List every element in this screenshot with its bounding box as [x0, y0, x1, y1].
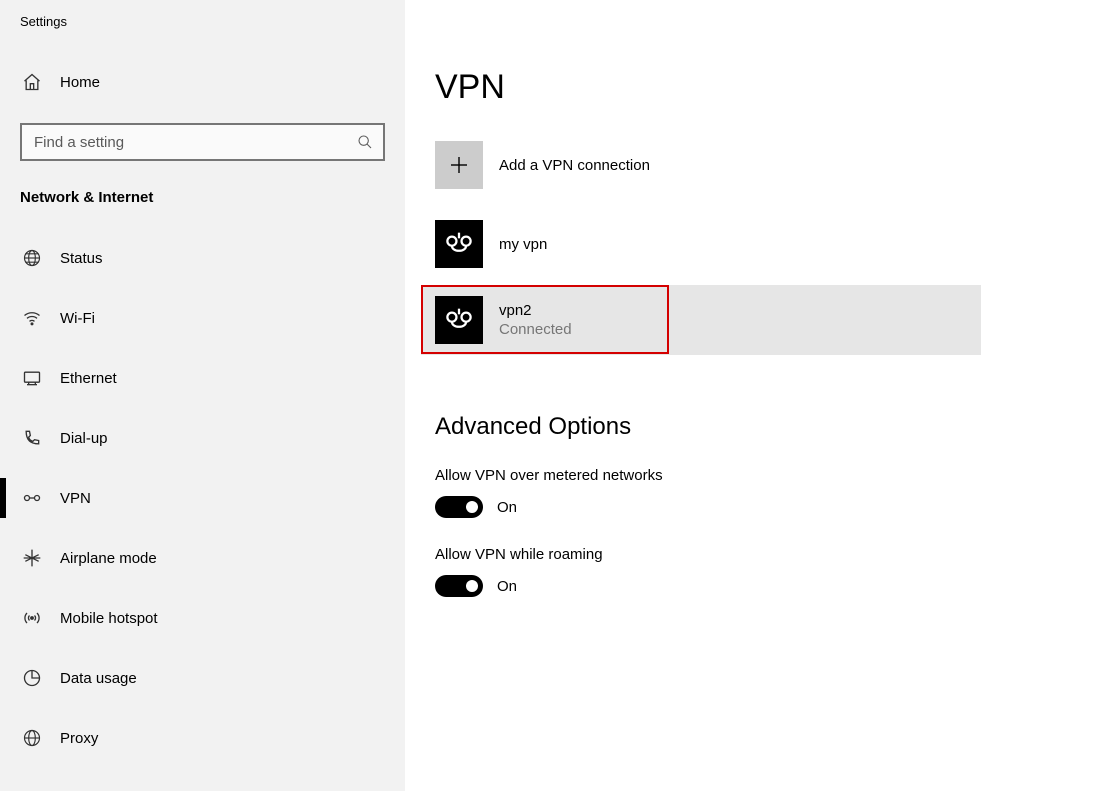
vpn-icon	[20, 488, 44, 508]
toggle-state-label: On	[497, 499, 517, 516]
sidebar-item-label: Dial-up	[60, 430, 108, 447]
vpn-connection-item-selected[interactable]: vpn2 Connected	[421, 285, 981, 355]
search-box[interactable]	[20, 123, 385, 161]
hotspot-icon	[20, 608, 44, 628]
sidebar-item-label: Mobile hotspot	[60, 610, 158, 627]
vpn-connection-icon	[435, 220, 483, 268]
sidebar-item-label: Airplane mode	[60, 550, 157, 567]
plus-icon	[435, 141, 483, 189]
sidebar-item-data-usage[interactable]: Data usage	[0, 648, 405, 708]
phone-icon	[20, 428, 44, 448]
sidebar-item-label: Wi-Fi	[60, 310, 95, 327]
sidebar-item-airplane[interactable]: Airplane mode	[0, 528, 405, 588]
sidebar-item-label: Status	[60, 250, 103, 267]
sidebar-item-wifi[interactable]: Wi-Fi	[0, 288, 405, 348]
option-label: Allow VPN while roaming	[435, 546, 1096, 563]
sidebar-item-label: Data usage	[60, 670, 137, 687]
option-roaming: Allow VPN while roaming On	[435, 546, 1096, 597]
vpn-connection-status: Connected	[499, 321, 572, 338]
vpn-connection-name: vpn2	[499, 302, 572, 319]
wifi-icon	[20, 308, 44, 328]
search-input[interactable]	[32, 133, 357, 152]
page-title: VPN	[435, 68, 1096, 107]
sidebar-section-label: Network & Internet	[0, 185, 405, 228]
sidebar-item-status[interactable]: Status	[0, 228, 405, 288]
home-icon	[20, 72, 44, 92]
sidebar-item-ethernet[interactable]: Ethernet	[0, 348, 405, 408]
ethernet-icon	[20, 368, 44, 388]
sidebar-item-vpn[interactable]: VPN	[0, 468, 405, 528]
main-content: VPN Add a VPN connection my	[405, 0, 1096, 791]
toggle-roaming[interactable]	[435, 575, 483, 597]
home-label: Home	[60, 74, 100, 91]
globe-icon	[20, 728, 44, 748]
option-label: Allow VPN over metered networks	[435, 467, 1096, 484]
advanced-options-heading: Advanced Options	[435, 413, 1096, 441]
nav-list: Status Wi-Fi	[0, 228, 405, 768]
sidebar-item-label: Ethernet	[60, 370, 117, 387]
globe-icon	[20, 248, 44, 268]
option-metered: Allow VPN over metered networks On	[435, 467, 1096, 518]
sidebar: Settings Home Network & Internet	[0, 0, 405, 791]
airplane-icon	[20, 548, 44, 568]
toggle-metered[interactable]	[435, 496, 483, 518]
sidebar-item-hotspot[interactable]: Mobile hotspot	[0, 588, 405, 648]
sidebar-home[interactable]: Home	[0, 59, 405, 105]
sidebar-item-proxy[interactable]: Proxy	[0, 708, 405, 768]
toggle-state-label: On	[497, 578, 517, 595]
sidebar-item-label: VPN	[60, 490, 91, 507]
search-icon	[357, 134, 373, 150]
vpn-connection-name: my vpn	[499, 236, 547, 253]
app-title: Settings	[0, 0, 405, 59]
pie-icon	[20, 668, 44, 688]
sidebar-item-label: Proxy	[60, 730, 98, 747]
vpn-connection-item[interactable]: my vpn	[435, 219, 1096, 269]
add-vpn-button[interactable]: Add a VPN connection	[435, 141, 1096, 189]
vpn-connection-icon	[435, 296, 483, 344]
sidebar-item-dialup[interactable]: Dial-up	[0, 408, 405, 468]
add-vpn-label: Add a VPN connection	[499, 157, 650, 174]
